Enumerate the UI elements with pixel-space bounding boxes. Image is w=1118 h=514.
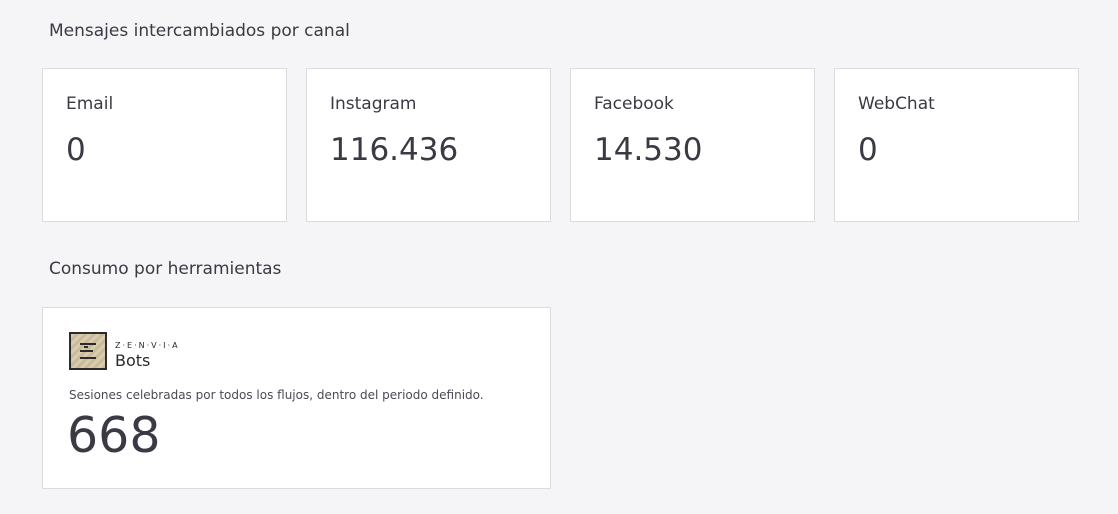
section-title-channels: Mensajes intercambiados por canal (49, 21, 350, 41)
channel-card-webchat: WebChat 0 (834, 68, 1079, 222)
channel-value: 0 (858, 132, 878, 168)
channel-label: Facebook (594, 94, 674, 114)
channel-card-email: Email 0 (42, 68, 287, 222)
channel-value: 116.436 (330, 132, 459, 168)
channel-label: Instagram (330, 94, 417, 114)
channel-card-instagram: Instagram 116.436 (306, 68, 551, 222)
channel-value: 14.530 (594, 132, 703, 168)
channel-label: Email (66, 94, 114, 114)
tool-card-bots: Z·E·N·V·I·A Bots Sesiones celebradas por… (42, 307, 551, 489)
zenvia-bots-logo-icon (69, 332, 107, 370)
section-title-tools: Consumo por herramientas (49, 259, 282, 279)
logo-brand: Z·E·N·V·I·A (115, 341, 180, 350)
logo-product: Bots (115, 351, 151, 370)
bots-sessions-value: 668 (67, 407, 161, 464)
zenvia-bots-logo: Z·E·N·V·I·A Bots (69, 332, 179, 374)
channel-label: WebChat (858, 94, 935, 114)
channel-value: 0 (66, 132, 86, 168)
bots-description: Sesiones celebradas por todos los flujos… (69, 388, 484, 402)
channel-card-facebook: Facebook 14.530 (570, 68, 815, 222)
